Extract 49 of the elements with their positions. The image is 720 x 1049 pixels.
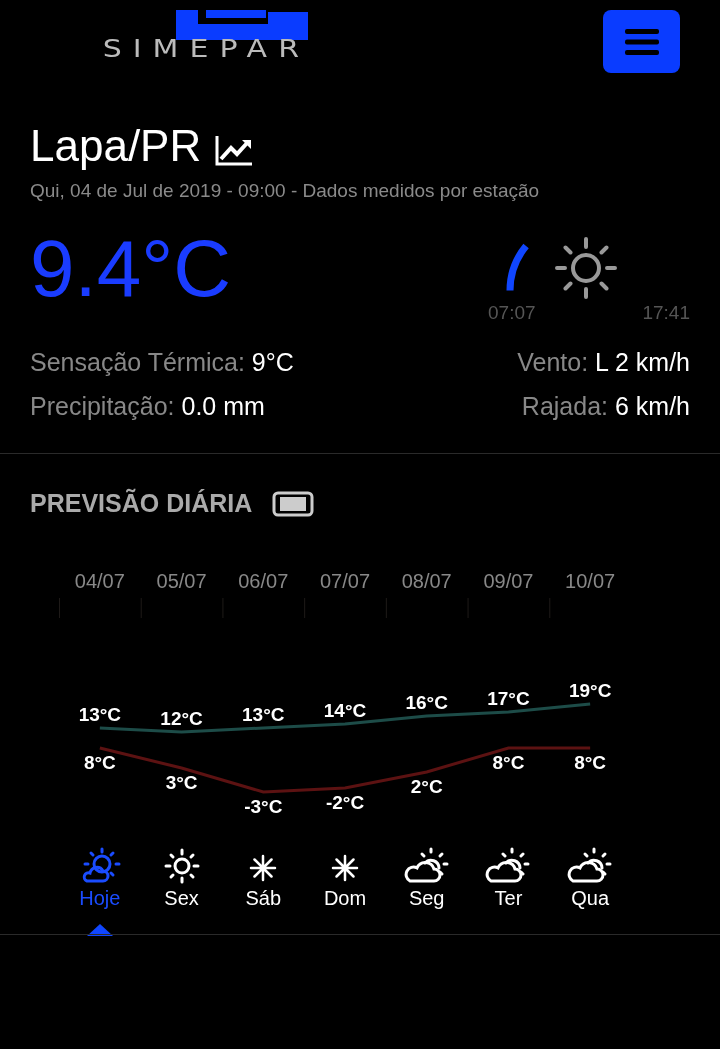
temperature-label: 17°C xyxy=(487,688,530,709)
day-tab[interactable]: Dom xyxy=(323,838,367,910)
day-tab[interactable]: Sáb xyxy=(245,838,282,910)
sun-icon xyxy=(554,236,619,300)
cloud-sun-icon xyxy=(403,847,450,885)
temperature-label: 14°C xyxy=(323,700,367,721)
date-label: 07/07 xyxy=(319,570,371,592)
temperature-label: 19°C xyxy=(568,680,612,701)
location-title: Lapa/PR xyxy=(30,120,202,172)
cloud-sun-icon xyxy=(567,847,614,885)
day-tab[interactable]: Hoje xyxy=(78,838,121,910)
day-tab[interactable]: Sex xyxy=(162,838,201,910)
cloud-sun-icon xyxy=(485,847,532,885)
menu-icon xyxy=(624,27,659,56)
temperature-label: 3°C xyxy=(165,772,198,793)
date-label: 10/07 xyxy=(565,570,616,592)
logo-mark-icon xyxy=(176,10,308,40)
sun-icon xyxy=(162,847,201,885)
temperature-label: 8°C xyxy=(492,752,525,773)
day-tab[interactable]: Qua xyxy=(567,838,614,910)
stat-line: Sensação Térmica: 9°C xyxy=(30,347,294,378)
date-label: 04/07 xyxy=(74,570,125,592)
current-temperature: 9.4°C xyxy=(30,224,231,315)
temperature-label: 2°C xyxy=(410,776,443,797)
temperature-label: 8°C xyxy=(83,752,116,773)
temperature-label: 16°C xyxy=(405,692,448,713)
section-title: PREVISÃO DIÁRIA xyxy=(30,489,253,518)
day-tab[interactable]: Ter xyxy=(485,838,532,910)
date-label: 09/07 xyxy=(483,570,534,592)
temperature-label: 13°C xyxy=(242,704,285,725)
date-label: 08/07 xyxy=(401,570,452,592)
temperature-label: 13°C xyxy=(78,704,122,725)
stat-line: Precipitação: 0.0 mm xyxy=(30,391,266,422)
date-label: 05/07 xyxy=(156,570,207,592)
date-subtitle: Qui, 04 de Jul de 2019 - 09:00 - Dados medidos por estação xyxy=(30,180,541,202)
day-tab[interactable]: Seg xyxy=(403,838,450,910)
phone-landscape-icon[interactable] xyxy=(272,490,315,517)
temperature-label: -3°C xyxy=(244,796,283,817)
temperature-label: 8°C xyxy=(574,752,607,773)
sunset-time: 17:41 xyxy=(642,302,690,324)
logo-text: SIMEPAR xyxy=(102,37,310,61)
date-label: 06/07 xyxy=(238,570,289,592)
trend-chart-icon[interactable] xyxy=(215,134,254,166)
temperature-label: -2°C xyxy=(325,792,365,813)
stat-line: Rajada: 6 km/h xyxy=(521,391,690,422)
menu-button[interactable] xyxy=(603,10,680,73)
stat-line: Vento: L 2 km/h xyxy=(517,347,690,378)
temperature-label: 12°C xyxy=(160,708,203,729)
sunrise-time: 07:07 xyxy=(488,302,536,324)
